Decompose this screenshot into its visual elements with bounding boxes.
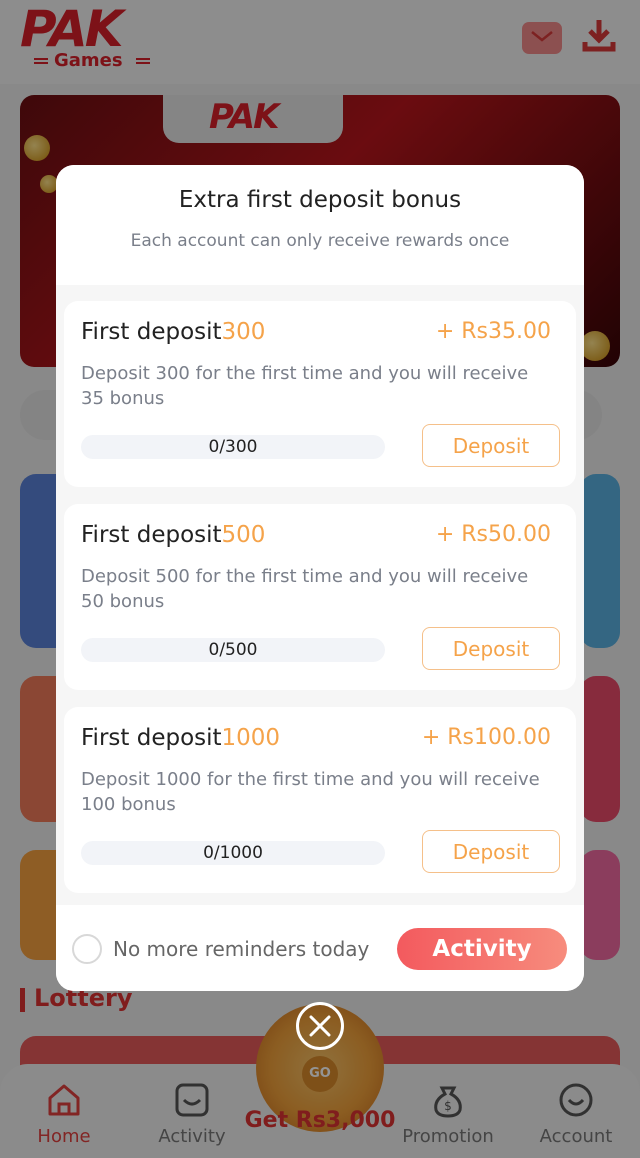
bonus-card: First deposit500 + Rs50.00 Deposit 500 f… — [64, 504, 576, 690]
deposit-button[interactable]: Deposit — [422, 627, 560, 670]
bonus-description: Deposit 500 for the first time and you w… — [81, 566, 529, 612]
progress-text: 0/1000 — [203, 843, 263, 863]
activity-button[interactable]: Activity — [397, 928, 567, 970]
bonus-deposit-amount: 1000 — [221, 725, 281, 751]
bonus-deposit-amount: 500 — [221, 522, 266, 548]
bonus-description: Deposit 300 for the first time and you w… — [81, 363, 529, 409]
bonus-description: Deposit 1000 for the first time and you … — [81, 769, 540, 815]
deposit-button[interactable]: Deposit — [422, 830, 560, 873]
bonus-title-prefix: First deposit — [81, 522, 222, 548]
close-icon — [309, 1015, 331, 1037]
bonus-card: First deposit300 + Rs35.00 Deposit 300 f… — [64, 301, 576, 487]
bonus-card-title: First deposit300 — [81, 319, 265, 345]
bonus-deposit-amount: 300 — [221, 319, 266, 345]
dialog-title: Extra first deposit bonus — [178, 187, 462, 213]
deposit-progress-bar: 0/1000 — [81, 841, 385, 865]
bonus-card-list: First deposit300 + Rs35.00 Deposit 300 f… — [56, 285, 584, 905]
bonus-card: First deposit1000 + Rs100.00 Deposit 100… — [64, 707, 576, 893]
first-deposit-bonus-dialog: Extra first deposit bonus Each account c… — [56, 165, 584, 991]
progress-text: 0/300 — [208, 437, 258, 457]
bonus-title-prefix: First deposit — [81, 319, 222, 345]
bonus-card-header: First deposit500 + Rs50.00 — [81, 522, 551, 552]
bonus-card-title: First deposit500 — [81, 522, 265, 548]
bonus-reward-amount: + Rs35.00 — [435, 319, 551, 344]
no-reminders-checkbox[interactable] — [72, 934, 102, 964]
deposit-button[interactable]: Deposit — [422, 424, 560, 467]
no-reminders-label[interactable]: No more reminders today — [113, 937, 369, 961]
bonus-reward-amount: + Rs50.00 — [435, 522, 551, 547]
deposit-progress-bar: 0/500 — [81, 638, 385, 662]
dialog-subtitle: Each account can only receive rewards on… — [130, 231, 510, 251]
bonus-title-prefix: First deposit — [81, 725, 222, 751]
bonus-card-header: First deposit1000 + Rs100.00 — [81, 725, 551, 755]
deposit-progress-bar: 0/300 — [81, 435, 385, 459]
close-dialog-button[interactable] — [296, 1002, 344, 1050]
bonus-card-title: First deposit1000 — [81, 725, 280, 751]
bonus-card-header: First deposit300 + Rs35.00 — [81, 319, 551, 349]
progress-text: 0/500 — [208, 640, 258, 660]
dialog-header: Extra first deposit bonus Each account c… — [56, 165, 584, 285]
bonus-reward-amount: + Rs100.00 — [421, 725, 551, 750]
dialog-footer: No more reminders today Activity — [56, 907, 584, 991]
